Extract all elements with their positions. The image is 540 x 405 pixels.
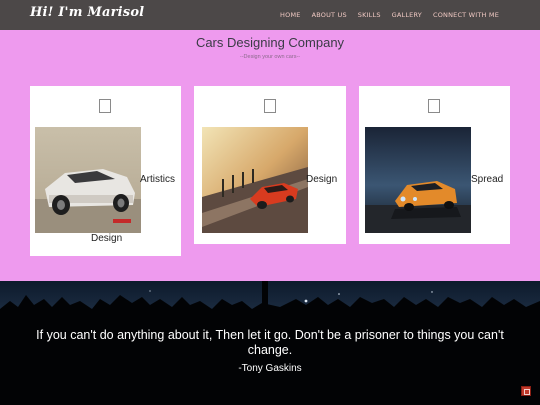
nav-gallery[interactable]: GALLERY	[392, 11, 422, 19]
nav-about-us[interactable]: ABOUT US	[312, 11, 347, 19]
card-checkbox[interactable]	[264, 99, 276, 113]
nav-menu: HOME ABOUT US SKILLS GALLERY CONNECT WIT…	[280, 11, 499, 19]
nav-home[interactable]: HOME	[280, 11, 301, 19]
services-section: Cars Designing Company --Design your own…	[0, 30, 540, 281]
quote-author: -Tony Gaskins	[238, 363, 302, 374]
card-label-line-2: Design	[91, 233, 123, 244]
service-card-2: Design	[194, 86, 346, 244]
navbar: Hi! I'm Marisol HOME ABOUT US SKILLS GAL…	[0, 0, 540, 30]
card-checkbox[interactable]	[99, 99, 111, 113]
card-image-red-sports-car	[202, 127, 308, 233]
section-title: Cars Designing Company	[195, 35, 345, 50]
card-label: Design	[306, 174, 338, 185]
nav-skills[interactable]: SKILLS	[358, 11, 381, 19]
card-label: Spread	[471, 174, 504, 185]
card-label: Artistics	[140, 174, 175, 185]
section-subtitle: --Design your own cars--	[239, 54, 301, 60]
card-checkbox[interactable]	[428, 99, 440, 113]
scroll-to-top-button[interactable]	[521, 386, 531, 396]
card-image-muscle-car	[35, 127, 141, 233]
quote-section: If you can't do anything about it, Then …	[0, 281, 540, 405]
quote-text: If you can't do anything about it, Then …	[36, 328, 504, 357]
card-image-orange-supercar	[365, 127, 471, 233]
brand-logo[interactable]: Hi! I'm Marisol	[30, 5, 144, 20]
service-card-1: Artistics Design	[30, 86, 181, 256]
nav-connect-with-me[interactable]: CONNECT WITH ME	[433, 11, 499, 19]
service-card-3: Spread	[359, 86, 510, 244]
